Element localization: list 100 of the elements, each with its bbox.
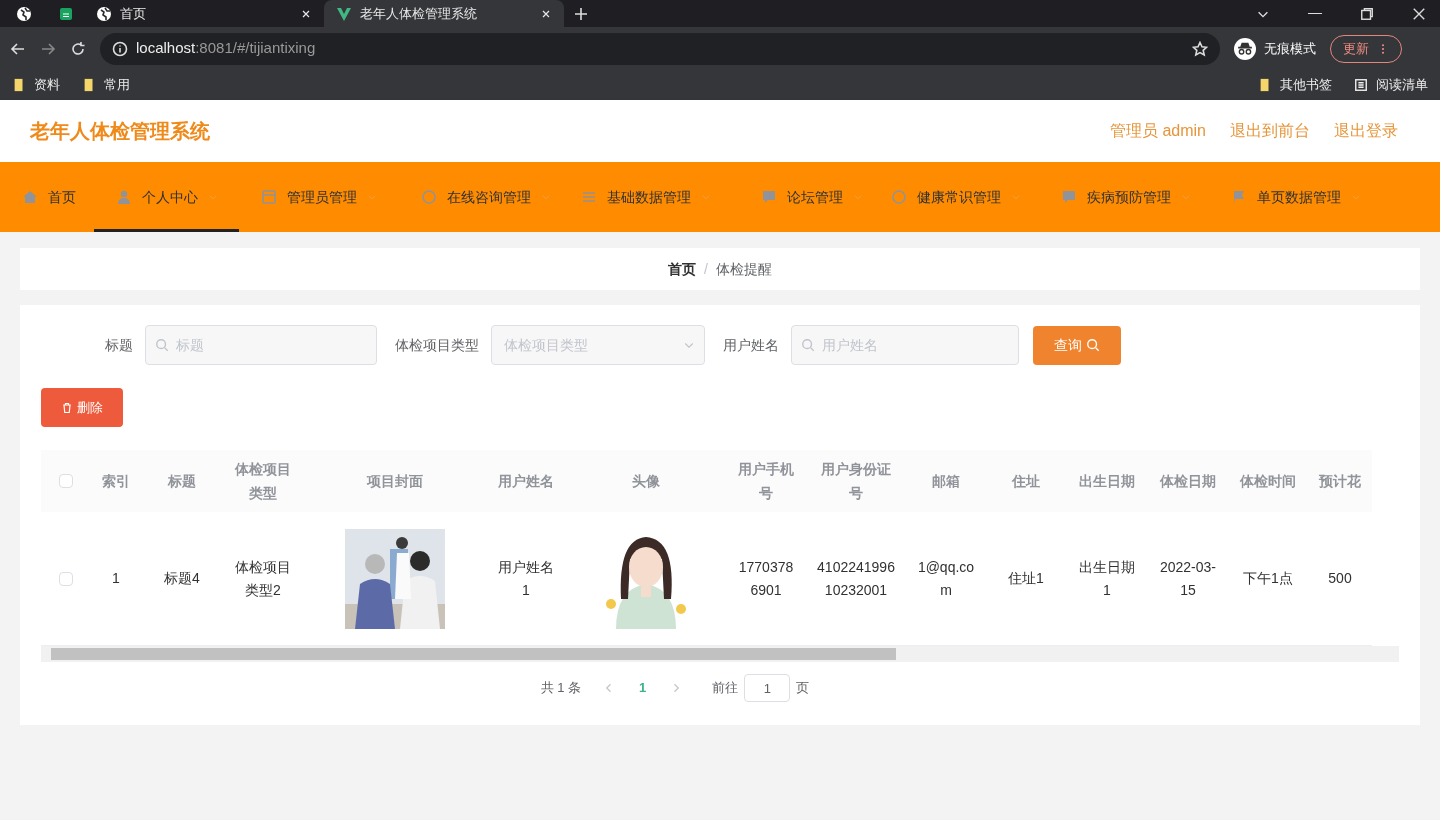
column-header: 邮箱 [932, 472, 960, 491]
column-header: 用户姓名 [498, 472, 554, 491]
nav-item[interactable]: 疾病预防管理 [1039, 162, 1209, 232]
plus-icon [573, 5, 589, 22]
forward-arrow-icon [40, 40, 56, 57]
table-cell-text: 体检项目类型2 [234, 557, 292, 600]
table-cell-text: 出生日期1 [1078, 557, 1136, 600]
folder-icon [12, 78, 26, 92]
nav-label: 基础数据管理 [607, 187, 691, 207]
circle-icon [891, 189, 907, 205]
globe-icon [96, 5, 112, 22]
app-title: 老年人体检管理系统 [30, 119, 210, 144]
trash-icon [61, 401, 73, 414]
info-icon [112, 40, 128, 57]
list-icon [581, 189, 597, 205]
nav-item[interactable]: 单页数据管理 [1209, 162, 1384, 232]
search-icon [1086, 338, 1100, 352]
bookmark[interactable]: 阅读清单 [1354, 75, 1428, 95]
table-cell-text: 下午1点 [1243, 569, 1293, 588]
nav-label: 单页数据管理 [1257, 187, 1341, 207]
horizontal-scrollbar[interactable] [41, 646, 1399, 662]
nav-item[interactable]: 论坛管理 [739, 162, 869, 232]
table-cell-text: 住址1 [1008, 569, 1044, 588]
nav-item[interactable]: 基础数据管理 [559, 162, 739, 232]
checkbox[interactable] [59, 474, 73, 488]
field-label: 标题 [105, 335, 133, 355]
breadcrumb-separator: / [704, 259, 708, 279]
field-label: 体检项目类型 [395, 335, 479, 355]
list-icon [1354, 78, 1368, 92]
nav-label: 疾病预防管理 [1087, 187, 1171, 207]
bookmark[interactable]: 资料 [12, 75, 60, 95]
tab-title: 首页 [120, 4, 147, 23]
bookmark[interactable]: 其他书签 [1258, 75, 1332, 95]
incognito-badge[interactable]: 无痕模式 [1234, 37, 1316, 60]
table-cell-text: 1@qq.com [916, 557, 976, 600]
table-cell-text: 500 [1328, 569, 1352, 588]
page-input[interactable]: 1 [744, 674, 791, 702]
nav-item[interactable]: 管理员管理 [239, 162, 399, 232]
nav-label: 论坛管理 [787, 187, 843, 207]
table-cell-text: 2022-03-15 [1158, 557, 1217, 600]
table-cell-text: 410224199610232001 [816, 557, 896, 600]
folder-icon [82, 78, 96, 92]
nav-item[interactable]: 在线咨询管理 [399, 162, 559, 232]
minimize-icon[interactable] [1308, 12, 1322, 15]
search-icon [801, 338, 815, 352]
globe-icon [16, 5, 32, 22]
total-count: 共 1 条 [540, 679, 582, 698]
nav-label: 管理员管理 [287, 187, 357, 207]
back-arrow-icon [10, 40, 26, 57]
browser-tab[interactable]: 老年人体检管理系统 [324, 0, 564, 27]
column-header: 预计花 [1319, 472, 1361, 491]
column-header: 体检项目类型 [234, 460, 292, 503]
restore-icon [1360, 6, 1374, 21]
sheet-icon [58, 5, 74, 22]
close-icon [1412, 6, 1426, 21]
nav-label: 个人中心 [142, 187, 198, 207]
v-logo-icon [336, 5, 352, 22]
speech-bubble-icon [761, 189, 777, 205]
column-header: 项目封面 [366, 472, 423, 491]
breadcrumb-item[interactable]: 体检提醒 [715, 258, 772, 280]
column-header: 头像 [632, 472, 660, 491]
column-header: 住址 [1012, 472, 1040, 491]
nav-item[interactable]: 健康常识管理 [869, 162, 1039, 232]
column-header: 标题 [168, 472, 196, 491]
table-cell-text: 17703786901 [737, 557, 795, 600]
breadcrumb-item[interactable]: 首页 [668, 258, 697, 280]
column-header: 索引 [102, 472, 130, 491]
square-icon [261, 189, 277, 205]
speech-bubble-icon [1061, 189, 1077, 205]
reload-icon [70, 40, 86, 57]
url-text: localhost:8081/#/tijiantixing [136, 38, 317, 59]
column-header: 用户手机号 [737, 460, 795, 503]
delete-button[interactable]: 删除 [41, 388, 123, 427]
nav-label: 健康常识管理 [917, 187, 1001, 207]
column-header: 体检时间 [1240, 472, 1296, 491]
star-icon [1192, 40, 1208, 57]
nav-label: 首页 [48, 187, 76, 207]
nav-item[interactable]: 个人中心 [94, 162, 239, 232]
browser-tab[interactable]: 首页 [84, 0, 324, 27]
incognito-icon [1234, 37, 1256, 60]
folder-icon [1258, 78, 1272, 92]
table-cell-text: 标题4 [164, 569, 200, 588]
table-cell-text: 1 [112, 569, 120, 588]
user-icon [116, 189, 132, 205]
nav-label: 在线咨询管理 [447, 187, 531, 207]
goto-label: 前往 [712, 679, 739, 698]
search-icon [155, 338, 169, 352]
bookmark[interactable]: 常用 [82, 75, 130, 95]
nav-item[interactable]: 首页 [0, 162, 94, 232]
column-header: 体检日期 [1160, 472, 1216, 491]
tab-title: 老年人体检管理系统 [360, 4, 478, 23]
column-header: 出生日期 [1079, 472, 1135, 491]
address-bar[interactable]: localhost:8081/#/tijiantixing [100, 32, 1220, 65]
table-cell-text: 用户姓名1 [497, 557, 555, 600]
column-header: 用户身份证号 [820, 460, 892, 503]
home-icon [22, 189, 38, 205]
goto-suffix: 页 [796, 679, 810, 698]
circle-icon [421, 189, 437, 205]
field-label: 用户姓名 [723, 335, 779, 355]
checkbox[interactable] [59, 571, 73, 586]
